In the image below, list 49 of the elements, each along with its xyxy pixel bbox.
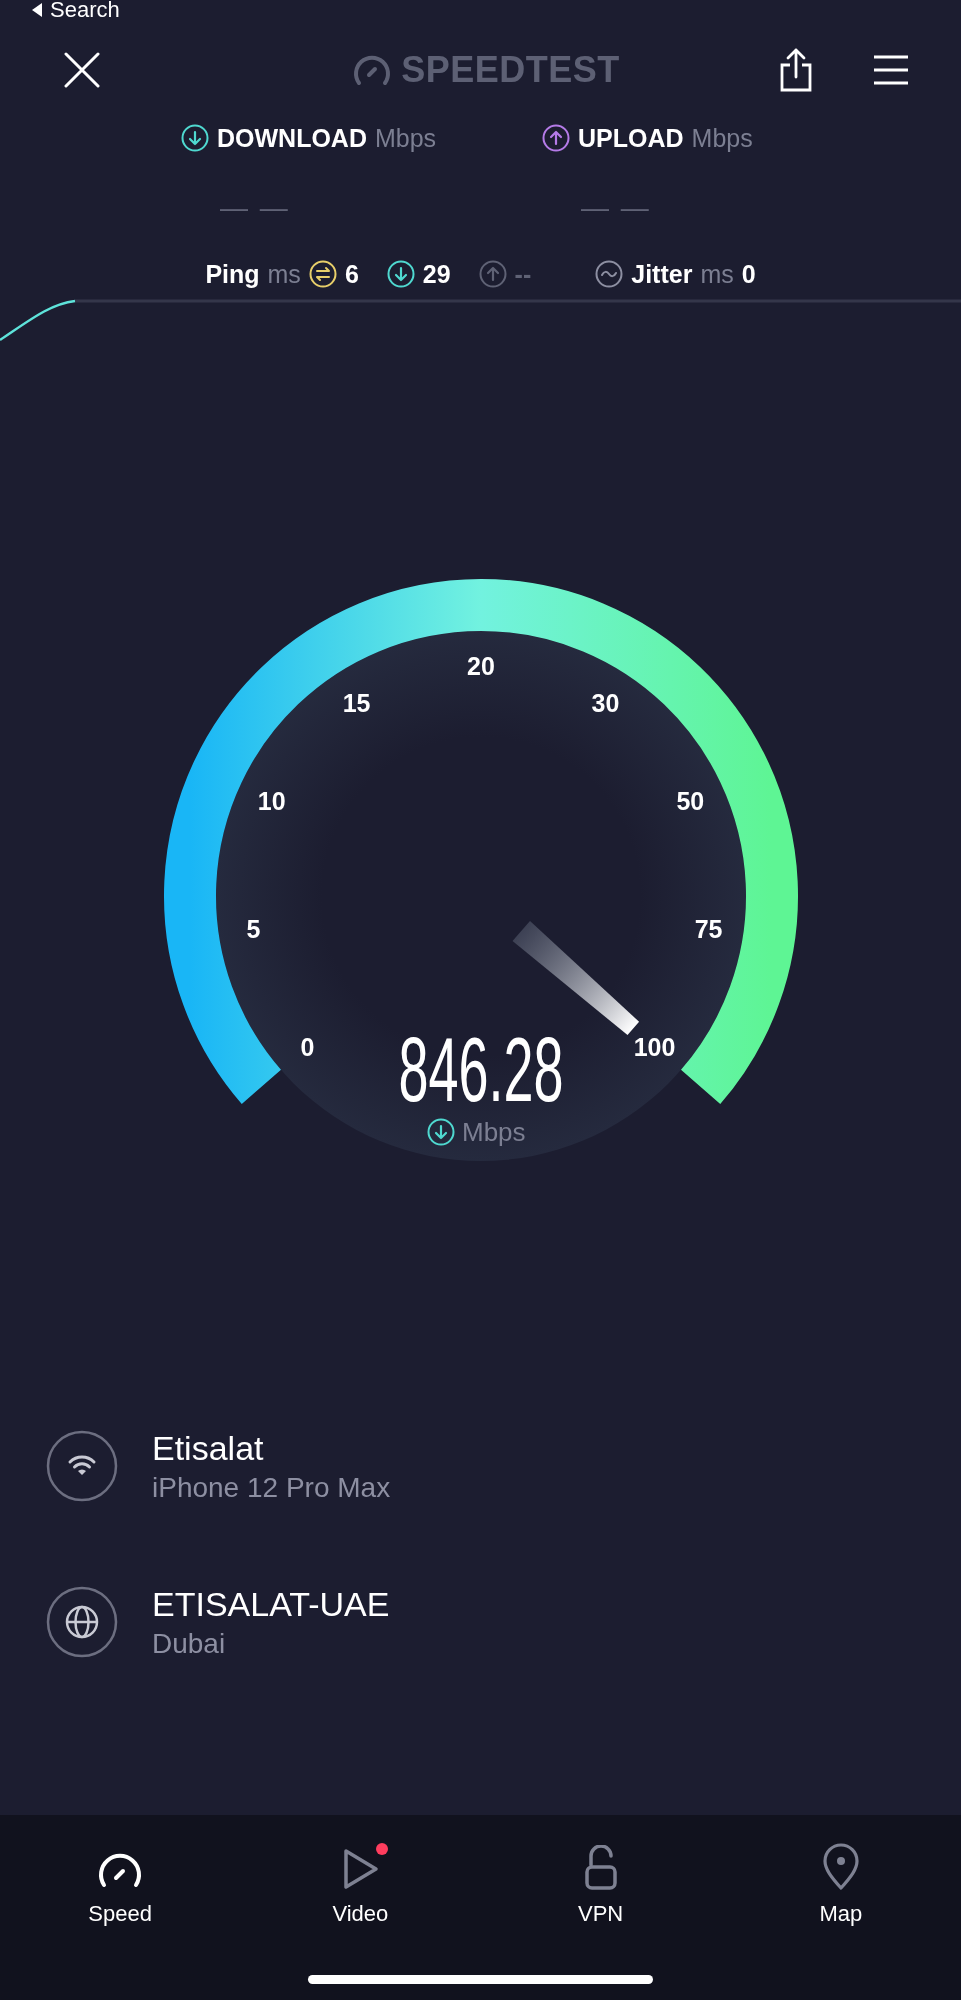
connection-name: Etisalat <box>152 1428 265 1468</box>
jitter-label: Jitter <box>631 259 693 289</box>
result-label: UPLOAD <box>578 123 684 153</box>
download-icon <box>386 260 415 288</box>
tick-label: 100 <box>633 1032 676 1061</box>
tab[interactable]: Map <box>720 1837 961 1931</box>
tick-label: 75 <box>694 915 723 943</box>
tick-label: 0 <box>300 1032 315 1061</box>
latency-reading: 6 <box>344 259 359 289</box>
tick-label: 5 <box>246 915 261 943</box>
jitter-unit: ms <box>700 259 734 289</box>
share-icon[interactable] <box>779 47 813 93</box>
wave-icon <box>595 260 624 288</box>
map-pin-icon <box>821 1843 860 1891</box>
download-icon <box>427 1118 455 1146</box>
tab[interactable]: VPN <box>480 1837 721 1931</box>
connection-detail: iPhone 12 Pro Max <box>152 1471 391 1504</box>
globe-icon <box>46 1586 118 1658</box>
ping-unit: ms <box>267 259 301 289</box>
download-icon <box>181 124 209 152</box>
connection-name: ETISALAT-UAE <box>152 1584 390 1624</box>
ping-label: Ping <box>205 259 260 289</box>
app-logo-text: SPEEDTEST <box>401 49 620 91</box>
connection-detail: Dubai <box>152 1627 227 1660</box>
tick-label: 30 <box>591 688 620 717</box>
result-value: — — <box>220 192 291 225</box>
tab[interactable]: Speed <box>0 1837 241 1931</box>
upload-icon <box>542 124 570 152</box>
tick-label: 15 <box>342 688 371 717</box>
result-unit: Mbps <box>691 123 753 153</box>
upload-icon <box>478 260 507 288</box>
tick-label: 20 <box>467 652 495 680</box>
back-arrow-icon[interactable] <box>30 2 44 18</box>
jitter-value: 0 <box>741 259 756 289</box>
close-icon[interactable] <box>64 52 100 88</box>
tab[interactable]: Video <box>240 1837 481 1931</box>
tick-label: 10 <box>257 786 286 815</box>
latency-reading: -- <box>514 259 532 289</box>
tick-label: 50 <box>676 786 705 815</box>
result-unit: Mbps <box>375 123 437 153</box>
result-value: — — <box>581 192 652 225</box>
gauge-icon <box>353 53 392 87</box>
wifi-icon <box>46 1430 118 1502</box>
unlocked-padlock-icon <box>582 1845 619 1891</box>
idle-icon <box>308 260 337 288</box>
result-label: DOWNLOAD <box>217 123 367 153</box>
menu-icon[interactable] <box>873 55 909 85</box>
back-link[interactable]: Search <box>50 0 120 20</box>
latency-reading: 29 <box>422 259 451 289</box>
